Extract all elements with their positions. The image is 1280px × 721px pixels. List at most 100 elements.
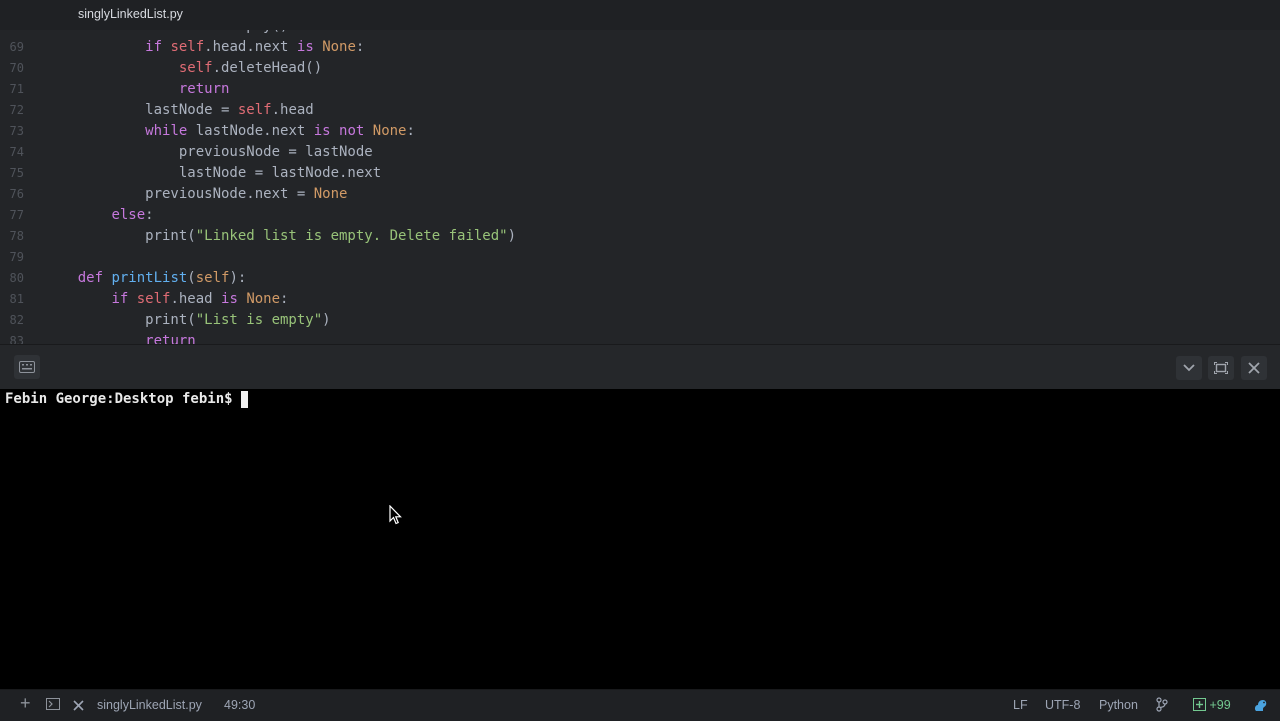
- tab-bar: singlyLinkedList.py: [0, 0, 1280, 31]
- line-number: 75: [9, 166, 24, 180]
- code-token: ): [507, 228, 517, 244]
- terminal-icon[interactable]: [46, 698, 60, 714]
- code-line[interactable]: 74 previousNode = lastNode: [0, 142, 1280, 163]
- line-number: 83: [9, 334, 24, 344]
- terminal-cursor: [241, 391, 248, 408]
- code-token: :: [145, 207, 154, 223]
- line-number: 76: [9, 187, 24, 201]
- chevron-down-icon[interactable]: [1176, 356, 1202, 380]
- code-token: self: [137, 30, 171, 34]
- code-line[interactable]: 70 self.deleteHead(): [0, 58, 1280, 79]
- keyboard-icon[interactable]: [14, 355, 40, 379]
- line-number: 79: [9, 250, 24, 264]
- code-token: "Linked list is empty. Delete failed": [195, 228, 508, 244]
- code-token: self: [195, 270, 230, 286]
- code-token: ):: [229, 270, 247, 286]
- code-token: :: [364, 30, 372, 34]
- line-number: 68: [0, 30, 24, 37]
- terminal[interactable]: Febin George:Desktop febin$: [0, 389, 1280, 689]
- code-token: def: [77, 270, 112, 286]
- tab-singlylinkedlist[interactable]: singlyLinkedList.py: [0, 0, 265, 30]
- line-number: 71: [9, 82, 24, 96]
- code-token: .head.next: [204, 39, 297, 55]
- maximize-icon[interactable]: [1208, 356, 1234, 380]
- code-token: self: [237, 102, 272, 118]
- code-text: previousNode.next = None: [44, 184, 347, 205]
- code-token: lastNode =: [44, 102, 238, 118]
- code-token: self: [136, 291, 171, 307]
- code-text: def printList(self):: [44, 268, 247, 289]
- code-token: else: [111, 207, 146, 223]
- code-token: :: [280, 291, 289, 307]
- code-token: if: [145, 39, 171, 55]
- code-text: if self.isListEmpty() is False:: [44, 30, 372, 37]
- code-line[interactable]: 83 return: [0, 331, 1280, 344]
- line-number: 74: [9, 145, 24, 159]
- close-icon[interactable]: [1241, 356, 1267, 380]
- code-text: print("List is empty"): [44, 310, 331, 331]
- code-text: self.deleteHead(): [44, 58, 322, 79]
- code-line[interactable]: 79: [0, 247, 1280, 268]
- status-grammar[interactable]: Python: [1099, 697, 1138, 713]
- code-token: .head: [271, 102, 314, 118]
- code-line[interactable]: 75 lastNode = lastNode.next: [0, 163, 1280, 184]
- code-editor[interactable]: 68 if self.isListEmpty() is False:69 if …: [0, 30, 1280, 344]
- code-token: is not: [313, 123, 373, 139]
- code-token: (: [187, 270, 196, 286]
- code-token: previousNode.next =: [44, 186, 314, 202]
- mouse-pointer-icon: [389, 504, 403, 530]
- add-terminal-icon[interactable]: +: [20, 694, 31, 712]
- code-token: printList: [111, 270, 188, 286]
- code-line[interactable]: 73 while lastNode.next is not None:: [0, 121, 1280, 142]
- code-token: is: [297, 30, 322, 34]
- line-number: 70: [9, 61, 24, 75]
- code-line[interactable]: 71 return: [0, 79, 1280, 100]
- status-line-ending[interactable]: LF: [1013, 697, 1028, 713]
- line-number: 77: [9, 208, 24, 222]
- line-number: 81: [9, 292, 24, 306]
- code-text: return: [44, 79, 230, 100]
- code-line[interactable]: 81 if self.head is None:: [0, 289, 1280, 310]
- code-token: if: [111, 291, 137, 307]
- code-token: None: [313, 186, 348, 202]
- code-text: if self.head is None:: [44, 289, 288, 310]
- code-token: is: [296, 39, 323, 55]
- close-terminal-icon[interactable]: [73, 699, 84, 715]
- code-line[interactable]: 80 def printList(self):: [0, 268, 1280, 289]
- status-file-name[interactable]: singlyLinkedList.py: [97, 697, 202, 713]
- line-number: 82: [9, 313, 24, 327]
- code-line[interactable]: 78 print("Linked list is empty. Delete f…: [0, 226, 1280, 247]
- git-changes[interactable]: +99: [1193, 697, 1231, 713]
- code-token: :: [406, 123, 415, 139]
- code-line[interactable]: 77 else:: [0, 205, 1280, 226]
- code-token: lastNode = lastNode.next: [44, 165, 382, 181]
- code-line[interactable]: 72 lastNode = self.head: [0, 100, 1280, 121]
- code-line[interactable]: 68 if self.isListEmpty() is False:: [0, 30, 1280, 37]
- code-text: lastNode = lastNode.next: [44, 163, 381, 184]
- git-branch-icon[interactable]: [1156, 697, 1168, 716]
- code-line[interactable]: 82 print("List is empty"): [0, 310, 1280, 331]
- code-line[interactable]: 69 if self.head.next is None:: [0, 37, 1280, 58]
- code-token: False: [322, 30, 364, 34]
- line-number: 69: [9, 40, 24, 54]
- code-token: .isListEmpty(): [170, 30, 296, 34]
- code-token: self: [178, 60, 213, 76]
- code-token: "List is empty": [195, 312, 323, 328]
- code-token: return: [145, 333, 196, 344]
- code-line[interactable]: 76 previousNode.next = None: [0, 184, 1280, 205]
- tab-title: singlyLinkedList.py: [78, 7, 183, 21]
- code-text: return: [44, 331, 196, 344]
- code-token: if: [111, 30, 136, 34]
- status-cursor-position[interactable]: 49:30: [224, 697, 255, 713]
- code-token: ): [322, 312, 331, 328]
- status-encoding[interactable]: UTF-8: [1045, 697, 1080, 713]
- code-token: print(: [44, 228, 196, 244]
- squirrel-icon[interactable]: [1253, 697, 1269, 717]
- code-token: :: [355, 39, 365, 55]
